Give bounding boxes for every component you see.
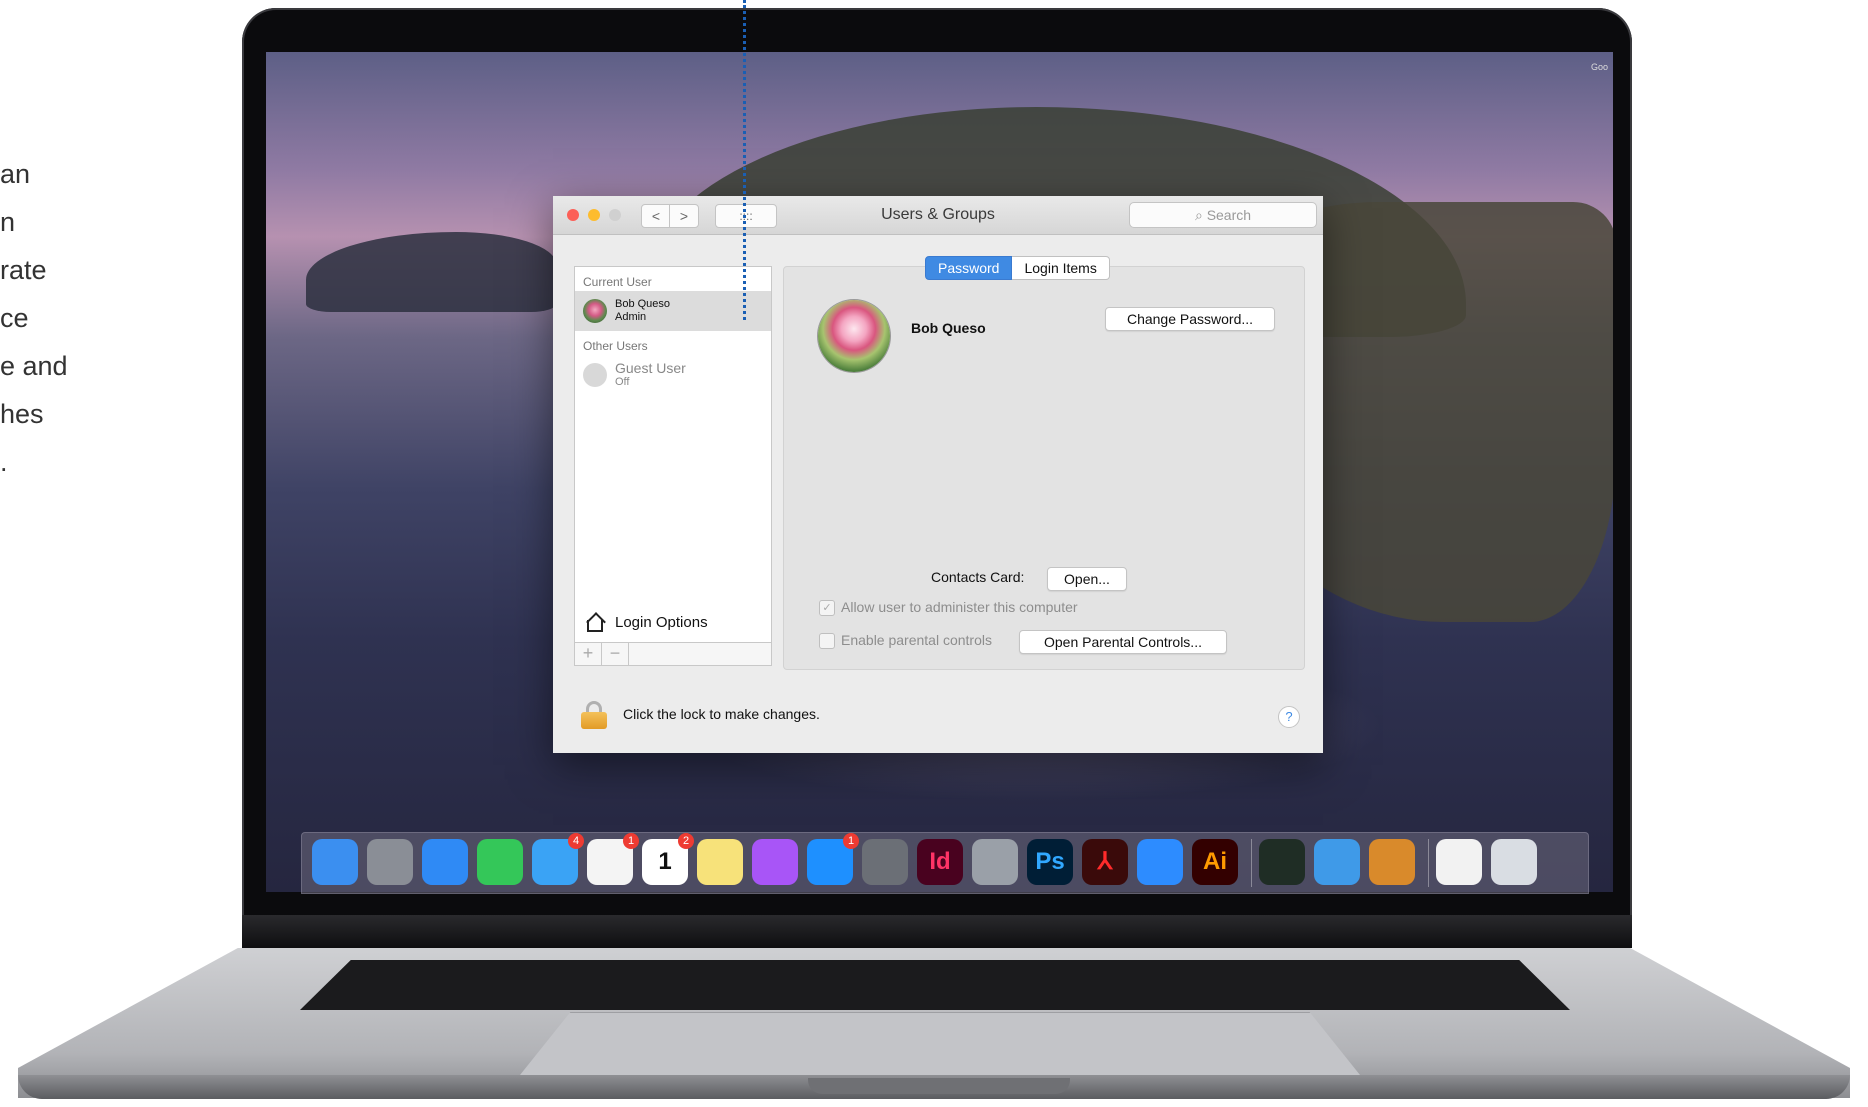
dock-podcasts-icon[interactable]	[752, 839, 798, 885]
side-text-line: rate	[0, 255, 47, 285]
side-text-line: e and	[0, 351, 68, 381]
notification-badge: 2	[678, 833, 694, 849]
allow-admin-label: Allow user to administer this computer	[841, 599, 1078, 615]
notification-badge: 1	[843, 833, 859, 849]
house-icon	[585, 611, 607, 633]
dock-messages-icon[interactable]: 4	[532, 833, 584, 885]
user-row-guest[interactable]: Guest User Off	[575, 355, 771, 395]
user-picture[interactable]	[818, 300, 890, 372]
notification-badge: 1	[623, 833, 639, 849]
search-placeholder: Search	[1206, 207, 1252, 223]
dock-notes-icon[interactable]	[697, 839, 743, 885]
login-options-label: Login Options	[615, 613, 708, 631]
laptop-hinge	[242, 915, 1632, 948]
dock-photos-icon[interactable]: 1	[587, 833, 639, 885]
lock-body	[581, 712, 607, 729]
dock-app-store-icon[interactable]: 1	[807, 833, 859, 885]
dock-trash-icon[interactable]	[1491, 839, 1537, 885]
tab-password[interactable]: Password	[925, 256, 1013, 280]
lock-icon[interactable]	[581, 701, 607, 729]
dock-facetime-icon[interactable]	[477, 839, 523, 885]
login-options-item[interactable]: Login Options	[574, 602, 772, 643]
allow-admin-checkbox[interactable]: ✓	[819, 600, 835, 616]
wallpaper-island	[306, 232, 556, 312]
callout-dotted-line	[743, 0, 746, 320]
help-button[interactable]: ?	[1278, 706, 1300, 728]
dock-activity-monitor-icon[interactable]	[1259, 839, 1305, 885]
tab-login-items[interactable]: Login Items	[1012, 256, 1110, 280]
side-text-line: ce	[0, 303, 29, 333]
trackpad	[520, 1012, 1360, 1075]
remove-user-button[interactable]: −	[602, 643, 629, 665]
side-text-line: an	[0, 159, 31, 189]
menubar-corner-label: Goo	[1591, 62, 1609, 72]
user-role: Admin	[615, 311, 647, 323]
dock-pdf-document-icon[interactable]	[1436, 839, 1482, 885]
dock-keychain-access-icon[interactable]	[972, 839, 1018, 885]
dock-keynote-icon[interactable]	[1314, 839, 1360, 885]
side-text-line: .	[0, 447, 8, 477]
guest-avatar-icon	[583, 363, 607, 387]
dock-acrobat-icon[interactable]: ⅄	[1082, 839, 1128, 885]
search-icon: ⌕	[1194, 207, 1207, 223]
dock-finder-icon[interactable]	[312, 839, 358, 885]
search-field[interactable]: ⌕ Search	[1129, 202, 1317, 228]
dock-calendar-icon[interactable]: 12	[642, 833, 694, 885]
dock-separator	[1428, 839, 1429, 887]
dock: 4 1 1 2 1 Id Ps ⅄ Ai	[301, 832, 1589, 894]
side-text: an n rate ce e and hes .	[0, 150, 68, 486]
title-bar: < > :::: Users & Groups ⌕ Search	[553, 196, 1323, 235]
add-remove-bar: + −	[574, 642, 772, 666]
user-status: Off	[615, 376, 630, 388]
add-user-button[interactable]: +	[575, 643, 602, 665]
users-groups-window: < > :::: Users & Groups ⌕ Search Current…	[553, 196, 1323, 753]
user-name: Guest User	[615, 360, 686, 376]
dock-icon-glyph: Id	[929, 848, 951, 875]
open-parental-controls-button[interactable]: Open Parental Controls...	[1019, 630, 1227, 654]
dock-zoom-icon[interactable]	[1137, 839, 1183, 885]
tab-control: Password Login Items	[925, 256, 1110, 280]
dock-illustrator-icon[interactable]: Ai	[1192, 839, 1238, 885]
dock-launchpad-icon[interactable]	[367, 839, 413, 885]
keyboard	[300, 960, 1570, 1010]
parental-controls-checkbox[interactable]	[819, 633, 835, 649]
side-text-line: hes	[0, 399, 44, 429]
change-password-button[interactable]: Change Password...	[1105, 307, 1275, 331]
dock-safari-icon[interactable]	[422, 839, 468, 885]
dock-system-preferences-icon[interactable]	[862, 839, 908, 885]
laptop-thumb-notch	[808, 1078, 1070, 1094]
notification-badge: 4	[568, 833, 584, 849]
user-full-name: Bob Queso	[911, 320, 986, 336]
side-text-line: n	[0, 207, 16, 237]
current-user-header: Current User	[583, 275, 652, 289]
dock-icon-glyph: Ai	[1203, 848, 1227, 875]
dock-indesign-icon[interactable]: Id	[917, 839, 963, 885]
avatar	[583, 299, 607, 323]
dock-separator	[1251, 839, 1252, 887]
lock-message: Click the lock to make changes.	[623, 706, 820, 722]
parental-controls-label: Enable parental controls	[841, 632, 992, 648]
contacts-card-label: Contacts Card:	[931, 569, 1025, 585]
contacts-open-button[interactable]: Open...	[1047, 567, 1127, 591]
user-row-bob-queso[interactable]: Bob Queso Admin	[575, 291, 771, 331]
dock-calculator-icon[interactable]	[1369, 839, 1415, 885]
user-name: Bob Queso	[615, 298, 671, 310]
other-users-header: Other Users	[583, 339, 648, 353]
dock-photoshop-icon[interactable]: Ps	[1027, 839, 1073, 885]
dock-icon-glyph: ⅄	[1097, 848, 1113, 875]
dock-icon-glyph: Ps	[1035, 848, 1065, 875]
